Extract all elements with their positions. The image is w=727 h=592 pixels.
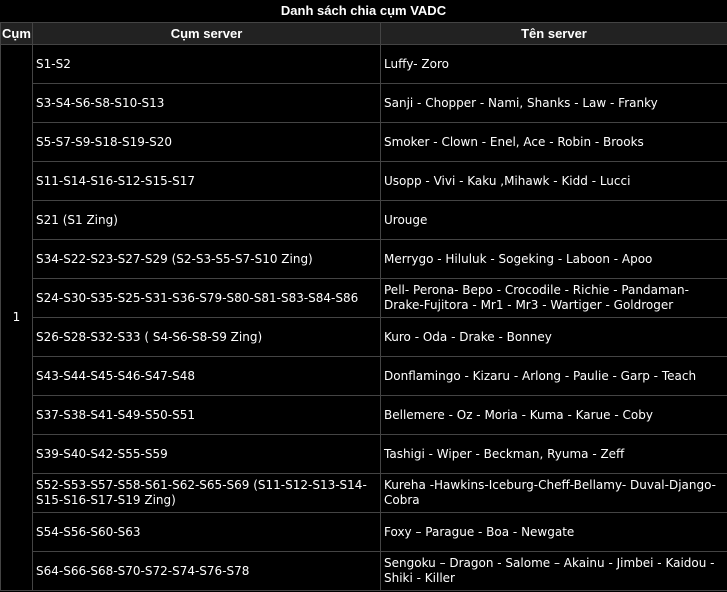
cell-cluster-servers: S11-S14-S16-S12-S15-S17	[32, 161, 381, 201]
table-row: S39-S40-S42-S55-S59 Tashigi - Wiper - Bec…	[1, 434, 727, 474]
table-row: S21 (S1 Zing) Urouge	[1, 200, 727, 240]
cell-server-names: Tashigi - Wiper - Beckman, Ryuma - Zeff	[380, 434, 727, 474]
cell-server-names: Foxy – Parague - Boa - Newgate	[380, 512, 727, 552]
cell-server-names: Luffy- Zoro	[380, 44, 727, 84]
cell-cluster-servers: S39-S40-S42-S55-S59	[32, 434, 381, 474]
table-row: S37-S38-S41-S49-S50-S51 Bellemere - Oz - …	[1, 395, 727, 435]
table-header-row: Cụm Cụm server Tên server	[0, 22, 727, 45]
header-cluster-servers: Cụm server	[32, 22, 381, 45]
cell-server-names: Kureha -Hawkins-Iceburg-Cheff-Bellamy- D…	[380, 473, 727, 513]
table-row: 1 S1-S2 Luffy- Zoro	[0, 44, 727, 591]
cell-cluster-servers: S43-S44-S45-S46-S47-S48	[32, 356, 381, 396]
cell-server-names: Pell- Perona- Bepo - Crocodile - Richie …	[380, 278, 727, 318]
cell-server-names: Donflamingo - Kizaru - Arlong - Paulie -…	[380, 356, 727, 396]
cell-server-names: Urouge	[380, 200, 727, 240]
cell-cluster-servers: S21 (S1 Zing)	[32, 200, 381, 240]
table-row: S26-S28-S32-S33 ( S4-S6-S8-S9 Zing) Kuro …	[1, 317, 727, 357]
cell-server-names: Kuro - Oda - Drake - Bonney	[380, 317, 727, 357]
cell-server-names: Sanji - Chopper - Nami, Shanks - Law - F…	[380, 83, 727, 123]
cell-cluster-servers: S1-S2	[32, 44, 381, 84]
table-row: S52-S53-S57-S58-S61-S62-S65-S69 (S11-S12…	[1, 473, 727, 513]
cell-server-names: Bellemere - Oz - Moria - Kuma - Karue - …	[380, 395, 727, 435]
cell-cluster-servers: S52-S53-S57-S58-S61-S62-S65-S69 (S11-S12…	[32, 473, 381, 513]
table-row: S24-S30-S35-S25-S31-S36-S79-S80-S81-S83-…	[1, 278, 727, 318]
cell-cluster-servers: S54-S56-S60-S63	[32, 512, 381, 552]
table-body: 1 S1-S2 Luffy- Zoro S3-S4-S6-S8-S10-S13 Sanj…	[0, 44, 727, 591]
table-row: S5-S7-S9-S18-S19-S20 Smoker - Clown - Ene…	[1, 122, 727, 162]
cell-cluster-servers: S37-S38-S41-S49-S50-S51	[32, 395, 381, 435]
cell-cluster-servers: S26-S28-S32-S33 ( S4-S6-S8-S9 Zing)	[32, 317, 381, 357]
page-title: Danh sách chia cụm VADC	[280, 3, 447, 18]
cell-server-names: Usopp - Vivi - Kaku ,Mihawk - Kidd - Luc…	[380, 161, 727, 201]
table-row: S64-S66-S68-S70-S72-S74-S76-S78 Sengoku –…	[1, 551, 727, 591]
table-row: S3-S4-S6-S8-S10-S13 Sanji - Chopper - Nam…	[1, 83, 727, 123]
table-row: S34-S22-S23-S27-S29 (S2-S3-S5-S7-S10 Zin…	[1, 239, 727, 279]
cell-cluster-servers: S34-S22-S23-S27-S29 (S2-S3-S5-S7-S10 Zin…	[32, 239, 381, 279]
table-row: S11-S14-S16-S12-S15-S17 Usopp - Vivi - Ka…	[1, 161, 727, 201]
cell-server-names: Merrygo - Hiluluk - Sogeking - Laboon - …	[380, 239, 727, 279]
server-cluster-table: Cụm Cụm server Tên server 1 S1-S2 Luffy- Z…	[0, 22, 727, 591]
cell-cluster-servers: S64-S66-S68-S70-S72-S74-S76-S78	[32, 551, 381, 591]
table-row: S54-S56-S60-S63 Foxy – Parague - Boa - Ne…	[1, 512, 727, 552]
cluster-number: 1	[0, 44, 33, 591]
table-row: S43-S44-S45-S46-S47-S48 Donflamingo - Kiz…	[1, 356, 727, 396]
header-server-names: Tên server	[380, 22, 727, 45]
cell-cluster-servers: S24-S30-S35-S25-S31-S36-S79-S80-S81-S83-…	[32, 278, 381, 318]
cell-cluster-servers: S3-S4-S6-S8-S10-S13	[32, 83, 381, 123]
cell-cluster-servers: S5-S7-S9-S18-S19-S20	[32, 122, 381, 162]
cell-server-names: Smoker - Clown - Enel, Ace - Robin - Bro…	[380, 122, 727, 162]
cell-server-names: Sengoku – Dragon - Salome – Akainu - Jim…	[380, 551, 727, 591]
header-cluster: Cụm	[0, 22, 33, 45]
